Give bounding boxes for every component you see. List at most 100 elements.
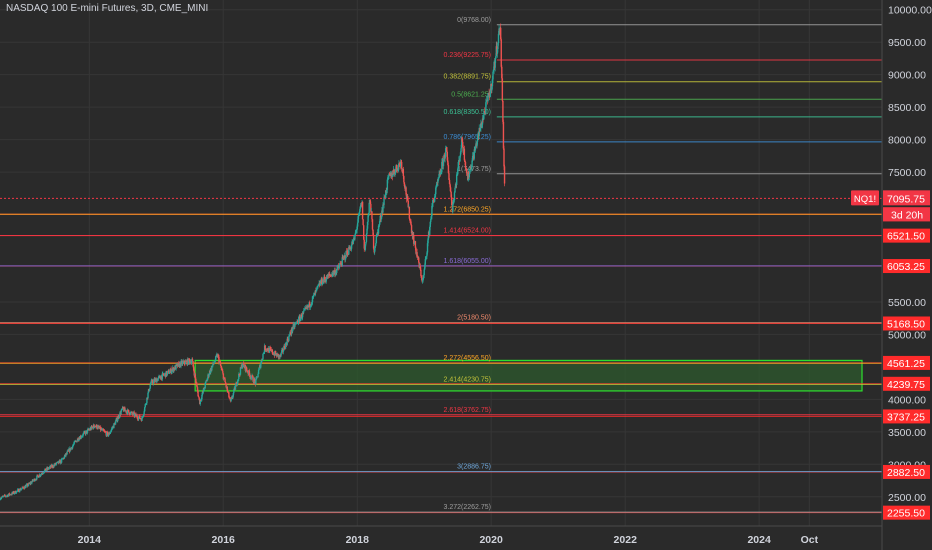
candle-body bbox=[463, 148, 466, 161]
candle-body bbox=[372, 234, 375, 249]
candle-body bbox=[149, 384, 151, 389]
candle-body bbox=[460, 148, 462, 153]
fib-zone-box bbox=[194, 359, 863, 392]
fib-label: 0.236(9225.75) bbox=[443, 52, 490, 59]
fib-label: 3(2886.75) bbox=[457, 464, 491, 471]
candle-body bbox=[403, 176, 405, 183]
candle-body bbox=[356, 222, 359, 227]
candle-body bbox=[191, 359, 194, 362]
y-tick-label: 3500.00 bbox=[888, 427, 926, 439]
y-tick-label: 9500.00 bbox=[888, 37, 926, 49]
y-tick-label: 10000.00 bbox=[888, 5, 932, 17]
fib-label: 0.5(8621.25) bbox=[451, 91, 491, 98]
candle-body bbox=[420, 269, 422, 276]
y-tick-label: 5500.00 bbox=[888, 297, 926, 309]
chart-title: NASDAQ 100 E-mini Futures, 3D, CME_MINI bbox=[6, 3, 209, 14]
candle-body bbox=[418, 257, 420, 263]
candle-body bbox=[328, 274, 331, 276]
candle-body bbox=[271, 349, 274, 354]
y-tick-label: 5000.00 bbox=[888, 329, 926, 341]
candle-body bbox=[76, 440, 78, 443]
candle-body bbox=[257, 373, 259, 378]
candle-body bbox=[368, 202, 370, 213]
y-tick-label: 8500.00 bbox=[888, 102, 926, 114]
countdown-label: 3d 20h bbox=[891, 209, 923, 221]
x-tick-label: 2014 bbox=[78, 534, 102, 546]
candle-body bbox=[147, 392, 149, 399]
candle-body bbox=[257, 370, 260, 374]
candle-body bbox=[500, 39, 502, 67]
candle-body bbox=[497, 33, 500, 44]
candle-body bbox=[489, 90, 491, 98]
fib-label: 0(9768.00) bbox=[457, 17, 491, 24]
candle-body bbox=[454, 187, 456, 193]
candle-body bbox=[168, 372, 171, 374]
candle-body bbox=[408, 206, 411, 219]
level-price-label: 5168.50 bbox=[887, 318, 925, 330]
y-tick-label: 8000.00 bbox=[888, 135, 926, 147]
fib-label: 2.272(4556.50) bbox=[443, 355, 490, 362]
candle-body bbox=[371, 211, 373, 220]
candle-body bbox=[423, 269, 425, 276]
x-tick-label: Oct bbox=[801, 534, 819, 546]
fib-label: 1(7473.75) bbox=[457, 166, 491, 173]
candle-body bbox=[492, 71, 494, 80]
fib-label: 2.414(4230.75) bbox=[443, 376, 490, 383]
x-tick-label: 2022 bbox=[614, 534, 638, 546]
candle-body bbox=[234, 385, 237, 390]
chart-canvas[interactable]: 0(9768.00) 0.236(9225.75) 0.382(8891.75) 0.… bbox=[0, 0, 932, 550]
candle-body bbox=[128, 410, 130, 413]
candle-body bbox=[197, 396, 200, 398]
candle-body bbox=[503, 148, 505, 167]
candle-body bbox=[437, 178, 440, 180]
candle-body bbox=[66, 451, 68, 454]
candle-body bbox=[325, 279, 327, 282]
level-price-label: 4239.75 bbox=[887, 379, 925, 391]
candle-body bbox=[402, 169, 405, 177]
fib-label: 1.414(6524.00) bbox=[443, 227, 490, 234]
symbol-label: NQ1! bbox=[854, 194, 876, 205]
candle-body bbox=[371, 219, 374, 230]
level-price-label: 3737.25 bbox=[887, 411, 925, 423]
x-tick-label: 2024 bbox=[747, 534, 771, 546]
x-tick-label: 2018 bbox=[346, 534, 370, 546]
fib-label: 0.382(8891.75) bbox=[443, 74, 490, 81]
candle-body bbox=[262, 353, 264, 359]
level-price-label: 2255.50 bbox=[887, 508, 925, 520]
x-tick-label: 2020 bbox=[479, 534, 503, 546]
level-price-label: 6053.25 bbox=[887, 261, 925, 273]
candle-body bbox=[117, 418, 119, 422]
x-tick-label: 2016 bbox=[212, 534, 236, 546]
candle-body bbox=[455, 174, 458, 185]
current-price-label: 7095.75 bbox=[887, 193, 925, 205]
y-tick-label: 2500.00 bbox=[888, 492, 926, 504]
candle-body bbox=[344, 258, 347, 260]
y-tick-label: 4000.00 bbox=[888, 394, 926, 406]
candle-body bbox=[400, 161, 403, 169]
fib-label: 2(5180.50) bbox=[457, 315, 491, 322]
candle-body bbox=[502, 121, 505, 149]
candle-body bbox=[222, 371, 224, 374]
candle-body bbox=[233, 389, 235, 394]
candle-body bbox=[464, 162, 467, 169]
candle-body bbox=[503, 166, 506, 184]
candle-body bbox=[139, 415, 141, 419]
y-tick-label: 7500.00 bbox=[888, 167, 926, 179]
candle-body bbox=[501, 78, 504, 101]
y-tick-label: 9000.00 bbox=[888, 70, 926, 82]
candle-body bbox=[430, 218, 432, 222]
candle-body bbox=[258, 367, 260, 371]
candle-body bbox=[358, 213, 360, 217]
candle-body bbox=[362, 219, 364, 226]
candle-body bbox=[280, 352, 282, 356]
candle-body bbox=[198, 397, 200, 400]
fib-label: 1.272(6850.25) bbox=[443, 206, 490, 213]
candle-body bbox=[148, 388, 151, 392]
candle-body bbox=[86, 429, 89, 433]
candle-body bbox=[20, 488, 23, 490]
level-price-label: 2882.50 bbox=[887, 467, 925, 479]
chart-area[interactable]: 0(9768.00) 0.236(9225.75) 0.382(8891.75) 0.… bbox=[0, 0, 932, 550]
level-price-label: 4561.25 bbox=[887, 358, 925, 370]
candle-body bbox=[468, 173, 471, 178]
fib-label: 3.272(2262.75) bbox=[443, 504, 490, 511]
